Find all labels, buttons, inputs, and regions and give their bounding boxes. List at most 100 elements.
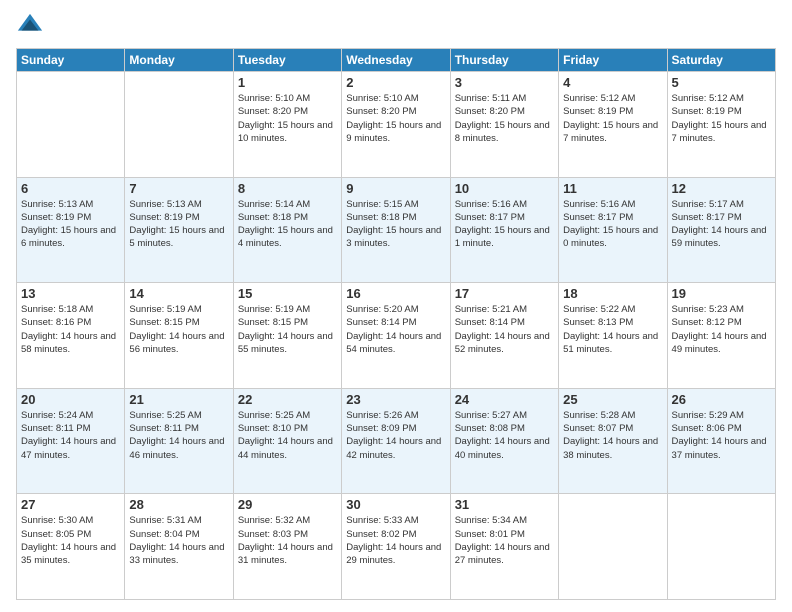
day-number: 17 [455,286,554,301]
calendar-cell: 27 Sunrise: 5:30 AM Sunset: 8:05 PM Dayli… [17,494,125,600]
day-number: 15 [238,286,337,301]
calendar-cell: 4 Sunrise: 5:12 AM Sunset: 8:19 PM Daylig… [559,72,667,178]
calendar-cell: 9 Sunrise: 5:15 AM Sunset: 8:18 PM Daylig… [342,177,450,283]
day-number: 31 [455,497,554,512]
day-number: 19 [672,286,771,301]
calendar-cell: 5 Sunrise: 5:12 AM Sunset: 8:19 PM Daylig… [667,72,775,178]
calendar-cell: 29 Sunrise: 5:32 AM Sunset: 8:03 PM Dayli… [233,494,341,600]
calendar-week-2: 6 Sunrise: 5:13 AM Sunset: 8:19 PM Daylig… [17,177,776,283]
calendar-cell: 7 Sunrise: 5:13 AM Sunset: 8:19 PM Daylig… [125,177,233,283]
day-info: Sunrise: 5:19 AM Sunset: 8:15 PM Dayligh… [238,303,337,356]
day-info: Sunrise: 5:31 AM Sunset: 8:04 PM Dayligh… [129,514,228,567]
day-number: 2 [346,75,445,90]
calendar-cell: 16Sunrise: 5:20 AM Sunset: 8:14 PM Dayli… [342,283,450,389]
day-number: 13 [21,286,120,301]
calendar-header-row: SundayMondayTuesdayWednesdayThursdayFrid… [17,49,776,72]
calendar-cell: 6 Sunrise: 5:13 AM Sunset: 8:19 PM Daylig… [17,177,125,283]
day-number: 29 [238,497,337,512]
day-number: 10 [455,181,554,196]
day-number: 22 [238,392,337,407]
calendar-cell: 11 Sunrise: 5:16 AM Sunset: 8:17 PM Dayli… [559,177,667,283]
day-number: 25 [563,392,662,407]
day-number: 12 [672,181,771,196]
day-number: 14 [129,286,228,301]
calendar-table: SundayMondayTuesdayWednesdayThursdayFrid… [16,48,776,600]
day-info: Sunrise: 5:27 AM Sunset: 8:08 PM Dayligh… [455,409,554,462]
day-number: 26 [672,392,771,407]
day-number: 23 [346,392,445,407]
calendar-week-4: 20 Sunrise: 5:24 AM Sunset: 8:11 PM Dayli… [17,388,776,494]
logo-icon [16,12,44,40]
day-info: Sunrise: 5:29 AM Sunset: 8:06 PM Dayligh… [672,409,771,462]
calendar-cell: 23 Sunrise: 5:26 AM Sunset: 8:09 PM Dayli… [342,388,450,494]
day-number: 21 [129,392,228,407]
day-number: 24 [455,392,554,407]
calendar-header-tuesday: Tuesday [233,49,341,72]
day-number: 6 [21,181,120,196]
day-info: Sunrise: 5:15 AM Sunset: 8:18 PM Dayligh… [346,198,445,251]
day-info: Sunrise: 5:12 AM Sunset: 8:19 PM Dayligh… [672,92,771,145]
calendar-cell [125,72,233,178]
calendar-cell: 8 Sunrise: 5:14 AM Sunset: 8:18 PM Daylig… [233,177,341,283]
day-info: Sunrise: 5:12 AM Sunset: 8:19 PM Dayligh… [563,92,662,145]
calendar-header-thursday: Thursday [450,49,558,72]
calendar-cell: 14 Sunrise: 5:19 AM Sunset: 8:15 PM Dayli… [125,283,233,389]
day-info: Sunrise: 5:16 AM Sunset: 8:17 PM Dayligh… [563,198,662,251]
day-info: Sunrise: 5:21 AM Sunset: 8:14 PM Dayligh… [455,303,554,356]
day-number: 27 [21,497,120,512]
calendar-week-5: 27 Sunrise: 5:30 AM Sunset: 8:05 PM Dayli… [17,494,776,600]
day-info: Sunrise: 5:10 AM Sunset: 8:20 PM Dayligh… [238,92,337,145]
calendar-header-wednesday: Wednesday [342,49,450,72]
day-info: Sunrise: 5:28 AM Sunset: 8:07 PM Dayligh… [563,409,662,462]
day-info: Sunrise: 5:19 AM Sunset: 8:15 PM Dayligh… [129,303,228,356]
calendar-cell [17,72,125,178]
calendar-cell: 30Sunrise: 5:33 AM Sunset: 8:02 PM Dayli… [342,494,450,600]
calendar-cell: 10 Sunrise: 5:16 AM Sunset: 8:17 PM Dayli… [450,177,558,283]
calendar-cell: 1 Sunrise: 5:10 AM Sunset: 8:20 PM Daylig… [233,72,341,178]
day-info: Sunrise: 5:26 AM Sunset: 8:09 PM Dayligh… [346,409,445,462]
day-number: 4 [563,75,662,90]
day-info: Sunrise: 5:11 AM Sunset: 8:20 PM Dayligh… [455,92,554,145]
day-info: Sunrise: 5:34 AM Sunset: 8:01 PM Dayligh… [455,514,554,567]
calendar-cell: 21 Sunrise: 5:25 AM Sunset: 8:11 PM Dayli… [125,388,233,494]
day-number: 8 [238,181,337,196]
day-info: Sunrise: 5:23 AM Sunset: 8:12 PM Dayligh… [672,303,771,356]
calendar-header-saturday: Saturday [667,49,775,72]
calendar-cell: 25 Sunrise: 5:28 AM Sunset: 8:07 PM Dayli… [559,388,667,494]
day-info: Sunrise: 5:30 AM Sunset: 8:05 PM Dayligh… [21,514,120,567]
day-number: 1 [238,75,337,90]
day-number: 20 [21,392,120,407]
day-info: Sunrise: 5:25 AM Sunset: 8:10 PM Dayligh… [238,409,337,462]
day-info: Sunrise: 5:14 AM Sunset: 8:18 PM Dayligh… [238,198,337,251]
day-info: Sunrise: 5:13 AM Sunset: 8:19 PM Dayligh… [129,198,228,251]
day-info: Sunrise: 5:10 AM Sunset: 8:20 PM Dayligh… [346,92,445,145]
day-number: 28 [129,497,228,512]
calendar-cell: 20 Sunrise: 5:24 AM Sunset: 8:11 PM Dayli… [17,388,125,494]
day-info: Sunrise: 5:32 AM Sunset: 8:03 PM Dayligh… [238,514,337,567]
calendar-cell: 22 Sunrise: 5:25 AM Sunset: 8:10 PM Dayli… [233,388,341,494]
day-info: Sunrise: 5:25 AM Sunset: 8:11 PM Dayligh… [129,409,228,462]
calendar-cell: 12 Sunrise: 5:17 AM Sunset: 8:17 PM Dayli… [667,177,775,283]
calendar-cell: 19 Sunrise: 5:23 AM Sunset: 8:12 PM Dayli… [667,283,775,389]
calendar-cell: 26 Sunrise: 5:29 AM Sunset: 8:06 PM Dayli… [667,388,775,494]
day-number: 7 [129,181,228,196]
day-info: Sunrise: 5:24 AM Sunset: 8:11 PM Dayligh… [21,409,120,462]
calendar-cell: 24 Sunrise: 5:27 AM Sunset: 8:08 PM Dayli… [450,388,558,494]
day-number: 5 [672,75,771,90]
day-number: 30 [346,497,445,512]
header [16,12,776,40]
day-number: 11 [563,181,662,196]
day-info: Sunrise: 5:13 AM Sunset: 8:19 PM Dayligh… [21,198,120,251]
calendar-cell [559,494,667,600]
day-info: Sunrise: 5:20 AM Sunset: 8:14 PM Dayligh… [346,303,445,356]
day-number: 18 [563,286,662,301]
calendar-cell [667,494,775,600]
day-number: 9 [346,181,445,196]
calendar-header-monday: Monday [125,49,233,72]
calendar-header-friday: Friday [559,49,667,72]
calendar-cell: 18 Sunrise: 5:22 AM Sunset: 8:13 PM Dayli… [559,283,667,389]
day-info: Sunrise: 5:17 AM Sunset: 8:17 PM Dayligh… [672,198,771,251]
calendar-cell: 15 Sunrise: 5:19 AM Sunset: 8:15 PM Dayli… [233,283,341,389]
day-info: Sunrise: 5:16 AM Sunset: 8:17 PM Dayligh… [455,198,554,251]
day-info: Sunrise: 5:22 AM Sunset: 8:13 PM Dayligh… [563,303,662,356]
